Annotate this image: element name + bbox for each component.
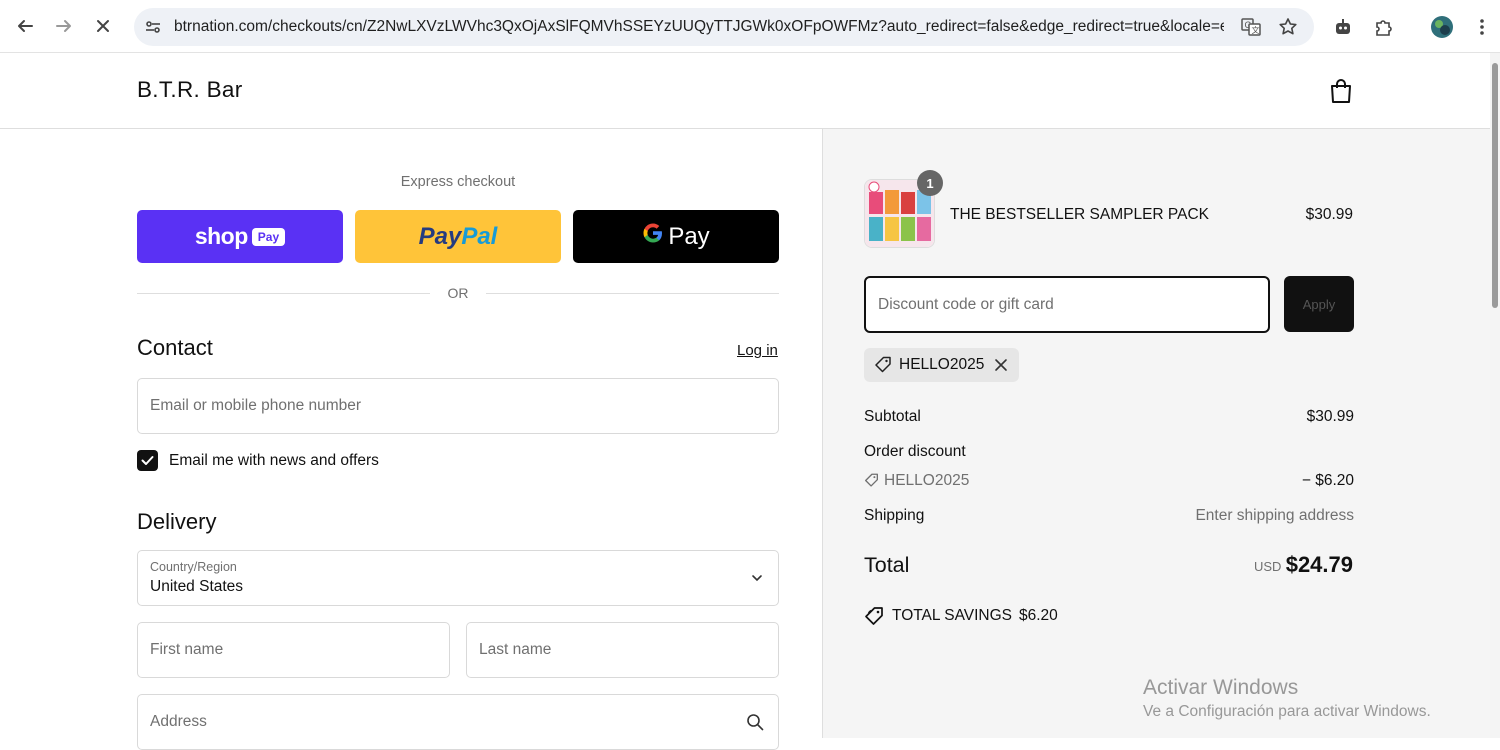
bookmark-star-icon[interactable] [1278,17,1298,37]
search-icon [746,713,764,731]
login-link[interactable]: Log in [737,342,778,359]
email-field[interactable]: Email or mobile phone number [137,378,779,434]
first-name-placeholder: First name [150,641,224,658]
shipping-row: Shipping Enter shipping address [864,507,1354,525]
extensions-puzzle-icon[interactable] [1372,15,1396,39]
watermark-line1: Activar Windows [1143,676,1299,699]
savings-tag-icon [864,606,884,626]
applied-code-text: HELLO2025 [899,356,985,373]
browser-menu-icon[interactable] [1470,15,1494,39]
total-value: $24.79 [1285,552,1353,577]
discount-code-input[interactable]: Discount code or gift card [864,276,1270,333]
email-placeholder: Email or mobile phone number [150,397,362,414]
product-price: $30.99 [1305,206,1353,223]
subtotal-value: $30.99 [1306,408,1354,425]
apply-discount-button[interactable]: Apply [1284,276,1354,332]
remove-discount-icon[interactable] [993,357,1009,373]
or-divider: OR [137,284,779,304]
quantity-badge: 1 [917,170,943,196]
shop-pay-logo: shop [194,223,248,249]
total-currency: USD [1254,559,1282,574]
site-info-icon[interactable] [144,18,162,36]
newsletter-checkbox[interactable] [137,450,158,471]
country-label: Country/Region [150,560,237,574]
paypal-logo-part2: Pal [461,222,498,250]
store-header: B.T.R. Bar [0,53,1490,129]
google-pay-button[interactable]: Pay [573,210,779,263]
order-summary: 1 THE BESTSELLER SAMPLER PACK $30.99 Dis… [822,129,1490,738]
checkmark-icon [141,456,154,465]
scroll-up-arrow-icon[interactable] [1492,55,1498,67]
subtotal-row: Subtotal $30.99 [864,408,1354,426]
forward-arrow-icon[interactable] [52,14,76,38]
subtotal-label: Subtotal [864,408,921,425]
savings-label: TOTAL SAVINGS [892,607,1013,624]
tag-icon [864,473,879,488]
paypal-logo-part1: Pay [418,222,462,250]
newsletter-label[interactable]: Email me with news and offers [169,452,379,470]
last-name-field[interactable]: Last name [466,622,779,678]
savings-value: $6.20 [1019,607,1058,624]
shop-pay-pill: Pay [251,227,286,246]
profile-avatar-icon[interactable] [1430,15,1454,39]
discount-code-label: HELLO2025 [884,472,970,489]
shop-pay-button[interactable]: shop Pay [137,210,343,263]
checkout-form: Express checkout shop Pay Pay Pal Pay OR … [0,129,822,750]
first-name-field[interactable]: First name [137,622,450,678]
product-name: THE BESTSELLER SAMPLER PACK [950,206,1209,223]
browser-toolbar: btrnation.com/checkouts/cn/Z2NwLXVzLWVhc… [0,0,1500,53]
applied-discount-chip: HELLO2025 [864,348,1019,382]
country-value: United States [150,578,244,595]
back-arrow-icon[interactable] [13,14,37,38]
address-field[interactable]: Address [137,694,779,750]
translate-icon[interactable]: G文 [1241,17,1261,37]
watermark-line2: Ve a Configuración para activar Windows. [1143,703,1431,720]
express-checkout-title: Express checkout [400,174,516,190]
google-g-icon [642,222,664,251]
order-discount-row: Order discount [864,443,1354,461]
chevron-down-icon [750,571,764,585]
page-scrollbar[interactable] [1490,53,1500,738]
delivery-title: Delivery [137,509,217,534]
discount-code-row: HELLO2025 − $6.20 [864,472,1354,490]
stop-loading-icon[interactable] [91,14,115,38]
address-bar[interactable]: btrnation.com/checkouts/cn/Z2NwLXVzLWVhc… [134,8,1314,46]
country-select[interactable]: Country/Region United States [137,550,779,606]
address-placeholder: Address [150,713,207,730]
or-text: OR [447,285,469,301]
shipping-value: Enter shipping address [1195,507,1354,524]
google-pay-label: Pay [668,222,710,250]
tag-icon [874,356,892,374]
extension-robot-icon[interactable] [1331,15,1355,39]
url-text[interactable]: btrnation.com/checkouts/cn/Z2NwLXVzLWVhc… [174,18,1224,36]
svg-text:文: 文 [1252,25,1260,35]
shipping-label: Shipping [864,507,925,524]
total-label: Total [864,553,910,577]
scroll-thumb[interactable] [1492,63,1498,308]
discount-value: − $6.20 [1301,472,1354,489]
order-discount-label: Order discount [864,443,966,460]
discount-placeholder: Discount code or gift card [878,296,1054,313]
contact-title: Contact [137,335,213,360]
store-logo-text[interactable]: B.T.R. Bar [137,77,243,103]
windows-activation-watermark: Activar Windows Ve a Configuración para … [1143,676,1431,721]
last-name-placeholder: Last name [479,641,552,658]
paypal-button[interactable]: Pay Pal [355,210,561,263]
shopping-bag-icon[interactable] [1328,77,1354,105]
